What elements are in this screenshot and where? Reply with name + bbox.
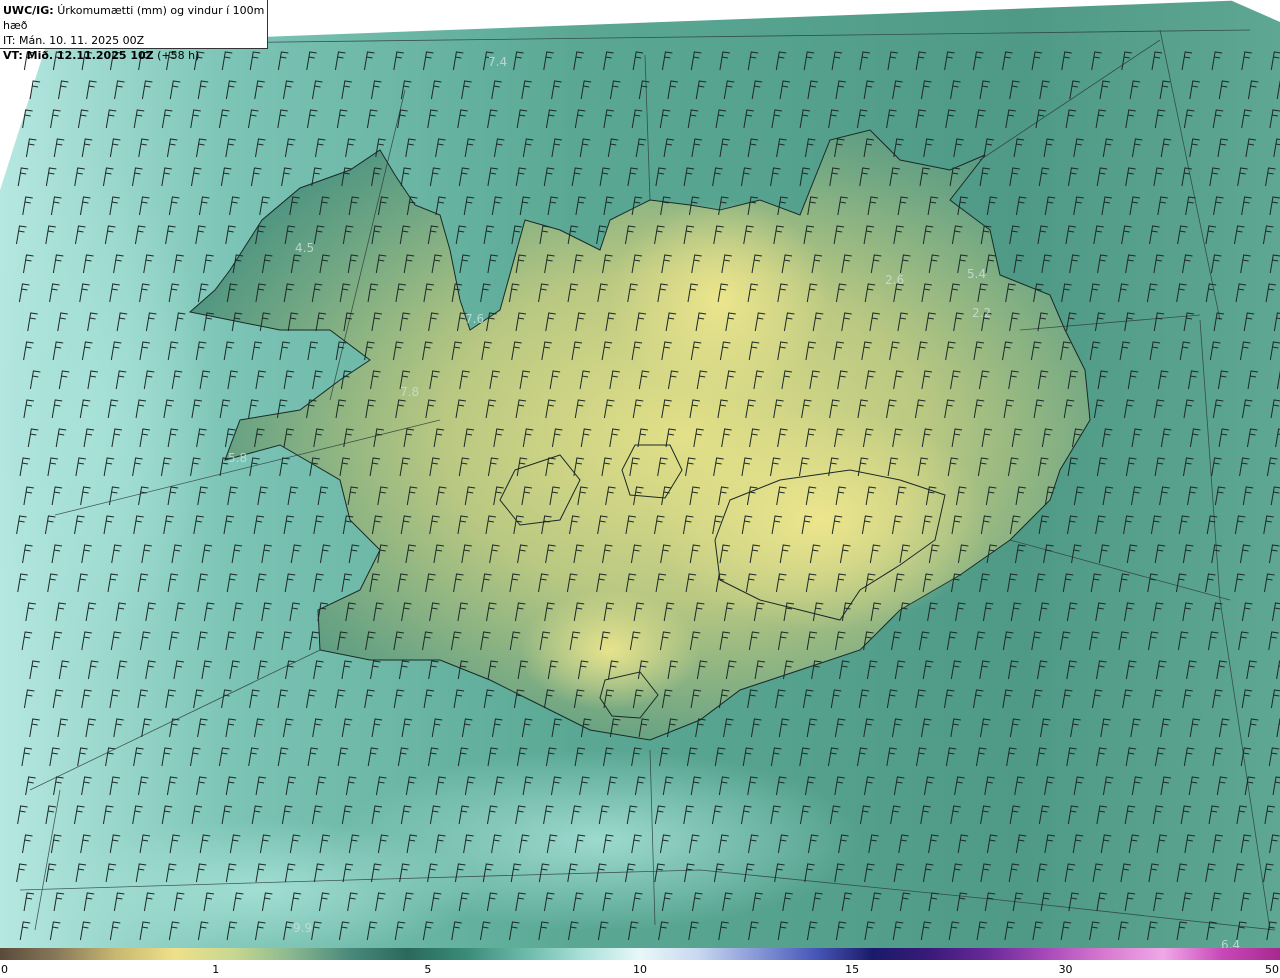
colorbar-tick-label: 10 bbox=[633, 963, 647, 976]
value-label-east: 2.2 bbox=[972, 306, 991, 320]
colorbar-ticks: 0 1 5 10 15 30 50 bbox=[0, 960, 1280, 978]
value-label-southeast-sea: 6.4 bbox=[1221, 938, 1240, 948]
value-label-northeast: 2.6 bbox=[885, 273, 904, 287]
colorbar bbox=[0, 948, 1280, 960]
colorbar-tick-label: 5 bbox=[424, 963, 432, 976]
title-line: UWC/IG: Úrkomumætti (mm) og vindur í 100… bbox=[3, 3, 267, 33]
value-label-west: 7.8 bbox=[400, 385, 419, 399]
value-label-southwest-sea: 9.9 bbox=[293, 921, 312, 935]
value-label-westfjords: 4.5 bbox=[295, 241, 314, 255]
product-code: UWC/IG: bbox=[3, 4, 54, 17]
value-label-north: 7.4 bbox=[488, 55, 507, 69]
valid-time: VT: Mið. 12.11.2025 10Z bbox=[3, 49, 154, 62]
forecast-info-box: UWC/IG: Úrkomumætti (mm) og vindur í 100… bbox=[0, 0, 268, 62]
map-canvas: 7.4 4.5 7.6 7.8 5.8 2.6 5.4 2.2 9.9 6.4 bbox=[0, 0, 1280, 948]
value-label-northwest: 7.6 bbox=[465, 312, 484, 326]
lead-time: (+58 h) bbox=[157, 49, 200, 62]
value-label-east-coast: 5.4 bbox=[967, 267, 986, 281]
colorbar-tick-label: 15 bbox=[845, 963, 860, 976]
forecast-map[interactable]: 7.4 4.5 7.6 7.8 5.8 2.6 5.4 2.2 9.9 6.4 bbox=[0, 0, 1280, 948]
colorbar-tick-label: 50 bbox=[1265, 963, 1279, 976]
colorbar-tick-label: 1 bbox=[212, 963, 220, 976]
value-label-snaefellsnes: 5.8 bbox=[228, 451, 247, 465]
north-highlight bbox=[610, 200, 830, 400]
valid-time-line: VT: Mið. 12.11.2025 10Z (+58 h) bbox=[3, 48, 267, 63]
colorbar-tick-label: 30 bbox=[1058, 963, 1073, 976]
init-time: IT: Mán. 10. 11. 2025 00Z bbox=[3, 34, 145, 47]
colorbar-tick-label: 0 bbox=[1, 963, 8, 976]
